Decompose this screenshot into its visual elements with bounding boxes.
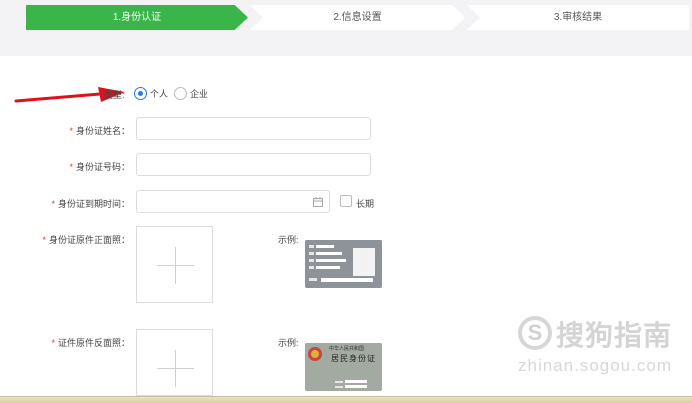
progress-stepper: 1.身份认证 2.信息设置 3.审核结果 [0,0,692,40]
front-photo-upload[interactable] [136,226,213,303]
taskbar-strip [0,396,692,403]
step-review-result[interactable]: 3.审核结果 [467,5,689,30]
id-card-front-illustration [305,240,382,288]
watermark-url: zhinan.sogou.com [518,356,672,375]
identity-verification-page: 1.身份认证 2.信息设置 3.审核结果 类型: 个人 企业 * 身份证姓名： *… [0,0,692,403]
required-mark: * [42,235,46,245]
expiry-date-input[interactable] [136,190,330,213]
type-label: 类型: [104,90,125,100]
plus-icon [175,247,176,284]
expiry-date-label: * 身份证到期时间： [51,199,130,209]
back-sample-image: 中华人民共和国 居民身份证 [305,343,382,391]
name-label: * 身份证姓名： [69,126,130,136]
radio-personal[interactable] [134,86,147,100]
back-photo-upload[interactable] [136,329,213,396]
section-divider [0,40,692,56]
id-number-label: * 身份证号码： [69,162,130,172]
back-sample-label: 示例: [278,338,299,348]
radio-enterprise[interactable] [174,86,188,100]
type-option-personal-label: 个人 [150,88,169,99]
required-mark: * [69,162,73,172]
front-sample-image [305,240,382,288]
type-option-enterprise-label: 企业 [190,88,209,99]
calendar-icon[interactable] [313,197,323,207]
type-option-personal[interactable]: 个人 [134,86,169,100]
step-identity[interactable]: 1.身份认证 [26,5,248,30]
back-sample-subtitle: 居民身份证 [331,354,376,363]
type-radio-group: 个人 企业 [134,85,214,101]
back-sample-title: 中华人民共和国 [329,346,365,352]
front-photo-label: * 身份证原件正面照： [42,235,130,245]
watermark-brand: 搜狗指南 [556,320,673,351]
front-sample-label: 示例: [278,235,299,245]
required-mark: * [69,126,73,136]
required-mark: * [51,199,55,209]
back-photo-label: * 证件原件反面照： [51,338,130,348]
name-input[interactable] [136,117,371,140]
long-term-checkbox[interactable] [340,195,352,207]
id-number-input[interactable] [136,153,371,176]
step-info-settings[interactable]: 2.信息设置 [250,5,465,30]
type-option-enterprise[interactable]: 企业 [174,86,209,100]
plus-icon [175,350,176,387]
long-term-label: 长期 [356,199,375,209]
watermark-logo-icon: S [518,316,552,350]
required-mark: * [51,338,55,348]
